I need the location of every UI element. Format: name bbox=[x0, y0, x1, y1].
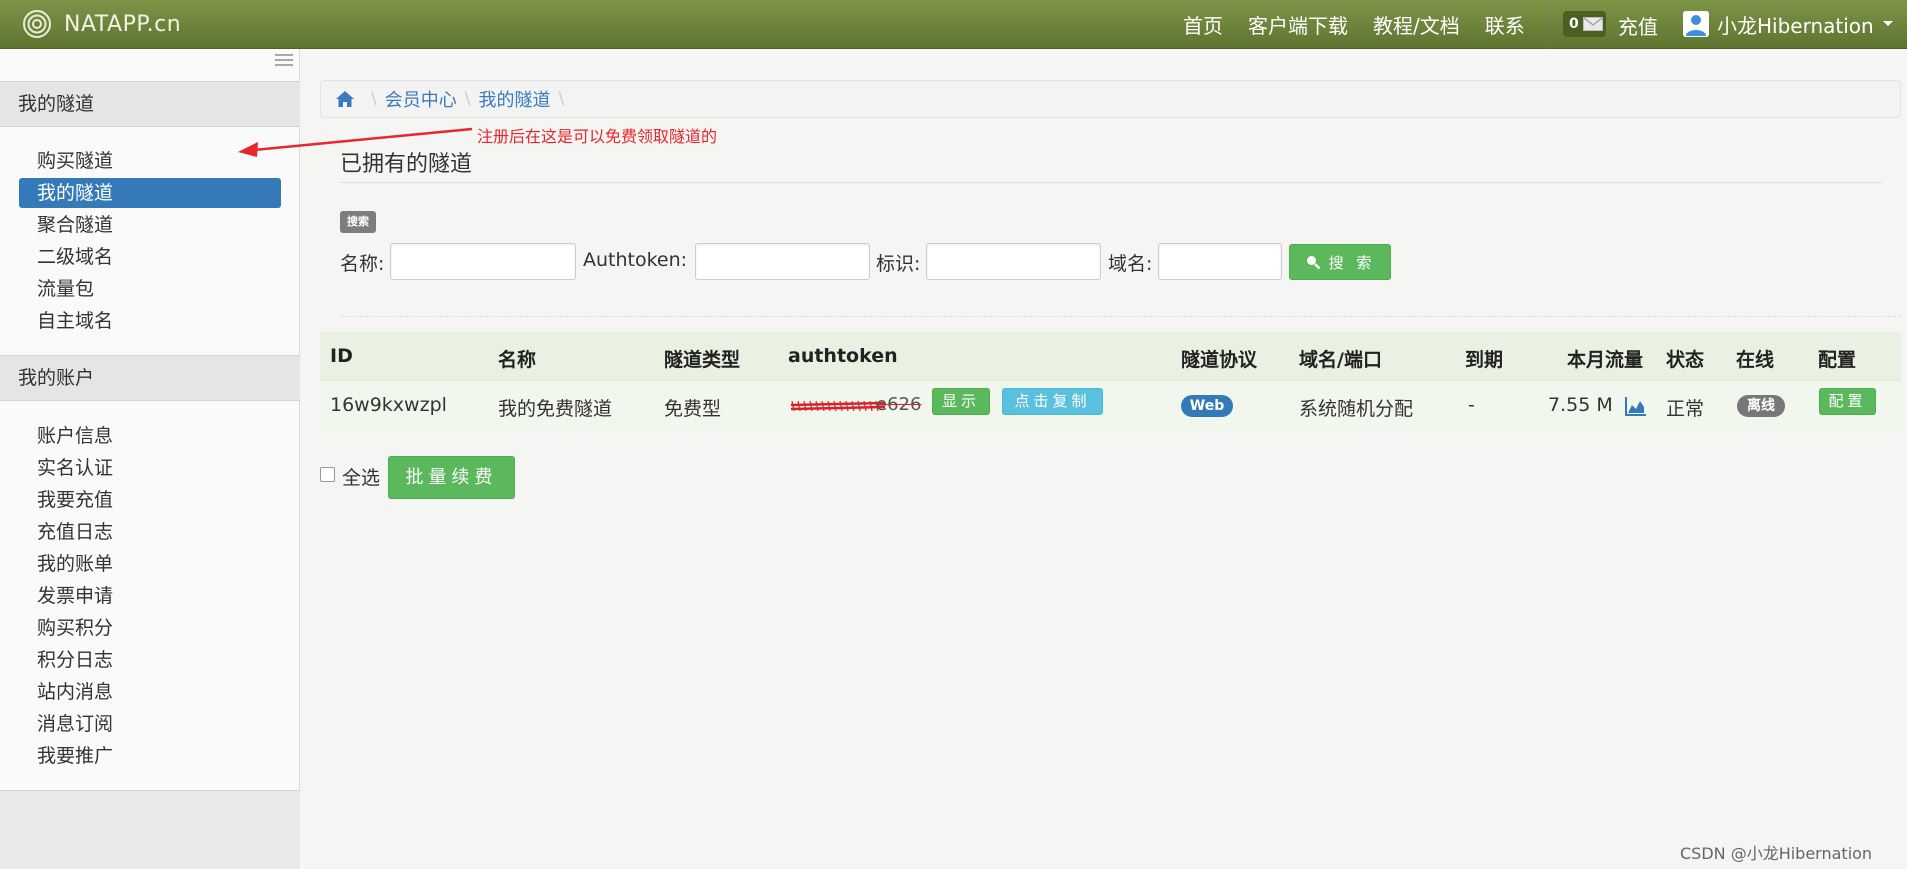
nav-divider bbox=[1550, 0, 1551, 49]
tunnel-status: 正常 bbox=[1666, 398, 1705, 420]
user-avatar-icon bbox=[1683, 11, 1709, 37]
sidebar-item-my-tunnels[interactable]: 我的隧道 bbox=[19, 178, 281, 208]
sidebar-item-recharge[interactable]: 我要充值 bbox=[19, 485, 281, 515]
sidebar: 我的隧道 购买隧道 我的隧道 聚合隧道 二级域名 流量包 自主域名 我的账户 账… bbox=[0, 49, 300, 869]
brand-name: NATAPP.cn bbox=[64, 11, 182, 37]
sidebar-item-buy-points[interactable]: 购买积分 bbox=[19, 613, 281, 643]
tunnel-domain: 系统随机分配 bbox=[1299, 398, 1414, 420]
select-all-label: 全选 bbox=[342, 467, 381, 489]
column-header: 到期 bbox=[1465, 349, 1504, 371]
watermark: CSDN @小龙Hibernation bbox=[1680, 844, 1873, 863]
nav-contact[interactable]: 联系 bbox=[1485, 10, 1525, 39]
config-button[interactable]: 配置 bbox=[1819, 388, 1876, 415]
natapp-logo-icon bbox=[23, 10, 51, 38]
sidebar-collapse-icon[interactable] bbox=[275, 54, 293, 66]
top-navbar: NATAPP.cn 首页 客户端下载 教程/文档 联系 0 充值 小龙Hiber… bbox=[0, 0, 1907, 49]
brand[interactable]: NATAPP.cn bbox=[22, 7, 181, 41]
show-token-button[interactable]: 显示 bbox=[932, 388, 990, 415]
breadcrumb: \ 会员中心 \ 我的隧道 \ bbox=[320, 80, 1901, 118]
sidebar-item-promotion[interactable]: 我要推广 bbox=[19, 741, 281, 771]
batch-renew-button[interactable]: 批量续费 bbox=[388, 456, 515, 499]
section-divider bbox=[340, 316, 1901, 317]
sidebar-item-custom-domain[interactable]: 自主域名 bbox=[19, 306, 281, 336]
messages-button[interactable]: 0 bbox=[1563, 11, 1606, 37]
authtoken-label: Authtoken: bbox=[583, 249, 688, 271]
breadcrumb-member-center[interactable]: 会员中心 bbox=[385, 86, 457, 112]
column-header: 本月流量 bbox=[1567, 349, 1644, 371]
table-header: ID 名称 隧道类型 authtoken 隧道协议 域名/端口 到期 本月流量 … bbox=[320, 332, 1901, 380]
copy-token-button[interactable]: 点击复制 bbox=[1002, 388, 1103, 415]
authtoken-input[interactable] bbox=[695, 243, 870, 280]
breadcrumb-separator: \ bbox=[464, 89, 471, 109]
select-all-checkbox[interactable] bbox=[320, 467, 335, 482]
sidebar-item-traffic-pack[interactable]: 流量包 bbox=[19, 274, 281, 304]
column-header: ID bbox=[330, 345, 353, 367]
breadcrumb-my-tunnels[interactable]: 我的隧道 bbox=[478, 86, 550, 112]
envelope-icon bbox=[1582, 17, 1603, 31]
sidebar-item-subdomain[interactable]: 二级域名 bbox=[19, 242, 281, 272]
sidebar-item-account-info[interactable]: 账户信息 bbox=[19, 421, 281, 451]
sidebar-item-points-log[interactable]: 积分日志 bbox=[19, 645, 281, 675]
column-header: 隧道类型 bbox=[664, 349, 741, 371]
nav-download[interactable]: 客户端下载 bbox=[1248, 10, 1348, 39]
caret-down-icon bbox=[1882, 21, 1893, 26]
user-menu[interactable]: 小龙Hibernation bbox=[1683, 9, 1894, 39]
recharge-link[interactable]: 充值 bbox=[1618, 11, 1658, 40]
sidebar-section-account[interactable]: 我的账户 bbox=[0, 355, 300, 401]
sidebar-item-aggregate-tunnel[interactable]: 聚合隧道 bbox=[19, 210, 281, 240]
tag-label: 标识: bbox=[876, 253, 921, 275]
tag-input[interactable] bbox=[926, 243, 1101, 280]
message-count: 0 bbox=[1569, 16, 1579, 32]
breadcrumb-separator: \ bbox=[558, 89, 565, 109]
search-button[interactable]: 搜 索 bbox=[1289, 244, 1391, 280]
column-header: 状态 bbox=[1666, 349, 1705, 371]
tunnel-id: 16w9kxwzpl bbox=[330, 394, 447, 416]
home-icon[interactable] bbox=[335, 90, 355, 108]
online-badge: 离线 bbox=[1737, 395, 1785, 417]
sidebar-item-bills[interactable]: 我的账单 bbox=[19, 549, 281, 579]
tunnel-name: 我的免费隧道 bbox=[498, 398, 613, 420]
domain-label: 域名: bbox=[1108, 253, 1153, 275]
nav-docs[interactable]: 教程/文档 bbox=[1373, 10, 1460, 39]
sidebar-footer bbox=[0, 790, 300, 869]
authtoken-redacted: e626 bbox=[790, 391, 925, 419]
tunnel-type: 免费型 bbox=[664, 398, 722, 420]
column-header: 配置 bbox=[1818, 349, 1857, 371]
sidebar-item-subscriptions[interactable]: 消息订阅 bbox=[19, 709, 281, 739]
name-input[interactable] bbox=[390, 243, 576, 280]
user-name: 小龙Hibernation bbox=[1717, 13, 1874, 38]
domain-input[interactable] bbox=[1158, 243, 1282, 280]
column-header: 域名/端口 bbox=[1299, 349, 1382, 371]
annotation-text: 注册后在这是可以免费领取隧道的 bbox=[477, 127, 718, 146]
table-row: 16w9kxwzpl 我的免费隧道 免费型 e626 显示 点击复制 Web 系… bbox=[320, 380, 1901, 432]
search-tag: 搜索 bbox=[340, 211, 376, 233]
sidebar-item-messages[interactable]: 站内消息 bbox=[19, 677, 281, 707]
title-divider bbox=[340, 182, 1882, 183]
column-header: 在线 bbox=[1736, 349, 1775, 371]
sidebar-item-verification[interactable]: 实名认证 bbox=[19, 453, 281, 483]
tunnel-traffic: 7.55 M bbox=[1548, 394, 1613, 416]
breadcrumb-separator: \ bbox=[371, 89, 377, 109]
search-icon bbox=[1306, 256, 1320, 270]
protocol-badge: Web bbox=[1181, 395, 1233, 417]
area-chart-icon[interactable] bbox=[1625, 396, 1647, 416]
column-header: 隧道协议 bbox=[1181, 349, 1258, 371]
nav-home[interactable]: 首页 bbox=[1183, 10, 1223, 39]
column-header: 名称 bbox=[498, 349, 537, 371]
name-label: 名称: bbox=[340, 253, 385, 275]
tunnel-expire: - bbox=[1468, 394, 1475, 416]
authtoken-suffix: e626 bbox=[876, 394, 922, 415]
search-button-label: 搜 索 bbox=[1328, 253, 1376, 272]
column-header: authtoken bbox=[788, 345, 898, 367]
sidebar-item-recharge-log[interactable]: 充值日志 bbox=[19, 517, 281, 547]
nav-links: 首页 客户端下载 教程/文档 联系 bbox=[1183, 0, 1550, 49]
sidebar-item-invoice[interactable]: 发票申请 bbox=[19, 581, 281, 611]
tunnels-table: ID 名称 隧道类型 authtoken 隧道协议 域名/端口 到期 本月流量 … bbox=[320, 332, 1901, 432]
sidebar-section-tunnels[interactable]: 我的隧道 bbox=[0, 81, 300, 127]
page-title: 已拥有的隧道 bbox=[340, 152, 473, 177]
